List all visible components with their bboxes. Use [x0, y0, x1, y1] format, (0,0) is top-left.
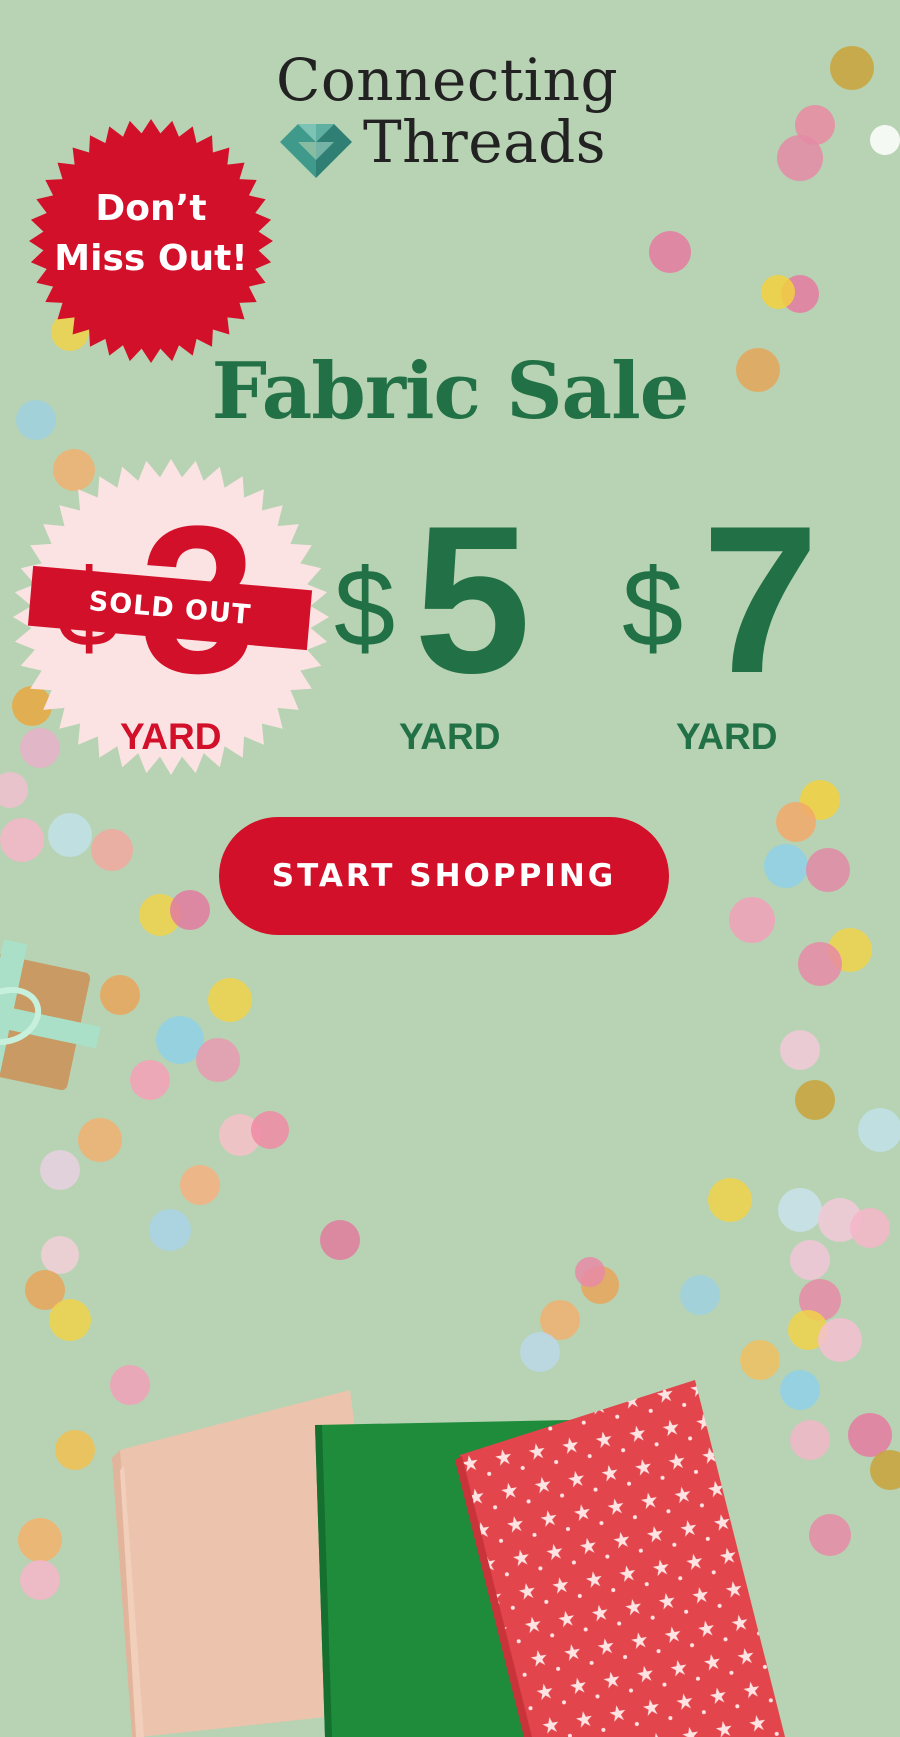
confetti-dot: [850, 1208, 890, 1248]
gift-box-image: [0, 900, 101, 1121]
confetti-dot: [40, 1150, 80, 1190]
confetti-dot: [520, 1332, 560, 1372]
confetti-dot: [78, 1118, 122, 1162]
confetti-dot: [55, 1430, 95, 1470]
confetti-dot: [798, 942, 842, 986]
confetti-dot: [870, 125, 900, 155]
price-3-unit: YARD: [120, 716, 222, 757]
confetti-dot: [91, 829, 133, 871]
confetti-dot: [806, 848, 850, 892]
confetti-dot: [649, 231, 691, 273]
confetti-dot: [49, 1299, 91, 1341]
confetti-dot: [575, 1257, 605, 1287]
confetti-dot: [780, 1030, 820, 1070]
brand-name-line1: Connecting: [276, 46, 619, 114]
brand-name-line2: Threads: [363, 108, 607, 176]
heart-quilt-icon: [280, 124, 352, 178]
confetti-dot: [0, 772, 28, 808]
price-5-amount: 5: [414, 482, 531, 717]
confetti-dot: [729, 897, 775, 943]
confetti-dot: [830, 46, 874, 90]
sold-out-label: SOLD OUT: [87, 585, 253, 631]
price-7-unit: YARD: [676, 716, 778, 757]
confetti-dot: [778, 1188, 822, 1232]
confetti-dot: [320, 1220, 360, 1260]
price-7-currency: $: [622, 547, 684, 670]
price-5: $ 5: [334, 495, 574, 715]
confetti-dot: [130, 1060, 170, 1100]
confetti-dot: [858, 1108, 900, 1152]
confetti-dot: [100, 975, 140, 1015]
confetti-dot: [251, 1111, 289, 1149]
price-5-currency: $: [334, 547, 396, 670]
badge-line2: Miss Out!: [54, 238, 248, 279]
confetti-dot: [149, 1209, 191, 1251]
confetti-dot: [870, 1450, 900, 1490]
confetti-dot: [809, 1514, 851, 1556]
price-7: $ 7: [622, 495, 862, 715]
start-shopping-button[interactable]: START SHOPPING: [219, 817, 669, 935]
confetti-dot: [764, 844, 808, 888]
page-title: Fabric Sale: [211, 346, 690, 437]
confetti-dot: [196, 1038, 240, 1082]
badge-line1: Don’t: [95, 188, 207, 229]
confetti-dot: [776, 802, 816, 842]
confetti-dot: [18, 1518, 62, 1562]
confetti-dot: [818, 1318, 862, 1362]
confetti-dot: [48, 813, 92, 857]
confetti-dot: [777, 135, 823, 181]
price-7-amount: 7: [702, 482, 819, 717]
confetti-dot: [0, 818, 44, 862]
confetti-dot: [208, 978, 252, 1022]
confetti-dot: [20, 1560, 60, 1600]
confetti-dot: [680, 1275, 720, 1315]
confetti-dot: [795, 1080, 835, 1120]
confetti-dot: [170, 890, 210, 930]
confetti-dot: [708, 1178, 752, 1222]
email-banner: Connecting Threads Don’t Miss Out! Fabri…: [0, 0, 900, 1737]
price-5-unit: YARD: [399, 716, 501, 757]
confetti-dot: [790, 1240, 830, 1280]
confetti-dot: [761, 275, 795, 309]
confetti-dot: [740, 1340, 780, 1380]
confetti-dot: [41, 1236, 79, 1274]
confetti-dot: [180, 1165, 220, 1205]
fabric-bundle-image: [112, 1380, 785, 1737]
